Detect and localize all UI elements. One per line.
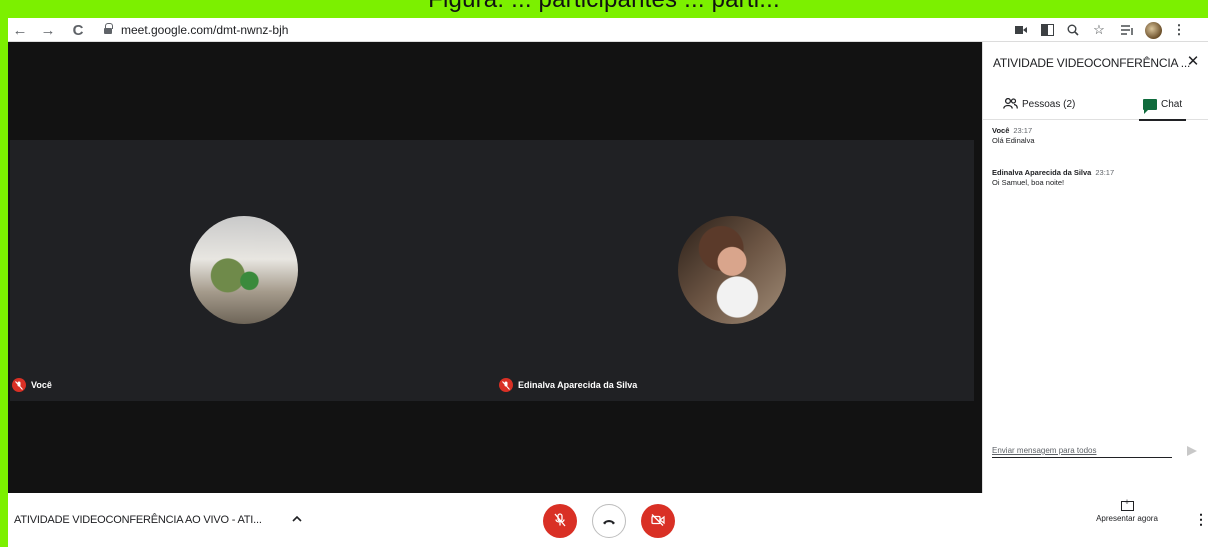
- present-screen-icon: [1120, 497, 1134, 511]
- tab-chat[interactable]: Chat: [1138, 88, 1187, 121]
- forward-arrow-icon[interactable]: →: [38, 20, 58, 40]
- reading-list-icon[interactable]: [1118, 21, 1136, 39]
- participant-avatar: [678, 216, 786, 324]
- leave-call-button[interactable]: [592, 504, 626, 538]
- participant-avatar: [190, 216, 298, 324]
- participant-name: Edinalva Aparecida da Silva: [518, 380, 638, 390]
- panel-tabs: Pessoas (2) Chat: [983, 88, 1208, 121]
- chat-message: Você 23:17 Olá Edinalva: [992, 126, 1035, 146]
- chat-message: Edinalva Aparecida da Silva 23:17 Oi Samu…: [992, 168, 1114, 188]
- panel-title: ATIVIDADE VIDEOCONFERÊNCIA ...: [993, 56, 1191, 70]
- message-sender: Edinalva Aparecida da Silva: [992, 168, 1092, 177]
- address-bar[interactable]: meet.google.com/dmt-nwnz-bjh: [104, 21, 288, 39]
- camera-icon[interactable]: [1012, 21, 1030, 39]
- mic-off-icon: [12, 378, 26, 392]
- message-time: 23:17: [1095, 168, 1115, 177]
- tab-chat-label: Chat: [1161, 98, 1183, 110]
- bookmark-star-icon[interactable]: ☆: [1090, 21, 1108, 39]
- camera-off-icon: [651, 513, 665, 529]
- tab-people[interactable]: Pessoas (2): [1003, 88, 1075, 120]
- tab-people-label: Pessoas (2): [1022, 98, 1076, 110]
- phone-hangup-icon: [602, 514, 616, 528]
- browser-window: ← → C meet.google.com/dmt-nwnz-bjh ☆ ⋮ V…: [8, 18, 1208, 547]
- message-sender: Você: [992, 126, 1010, 135]
- message-time: 23:17: [1013, 126, 1033, 135]
- mic-off-icon: [554, 512, 566, 530]
- people-icon: [1003, 97, 1018, 112]
- present-now-button[interactable]: Apresentar agora: [1092, 497, 1162, 523]
- cropped-caption: Figura: ... participantes ... parti...: [0, 0, 1208, 18]
- more-options-icon[interactable]: ⋮: [1194, 511, 1208, 528]
- close-icon[interactable]: ✕: [1184, 52, 1202, 70]
- chat-input[interactable]: Enviar mensagem para todos: [992, 444, 1172, 458]
- video-tiles: Você Edinalva Aparecida da Silva: [10, 140, 974, 401]
- browser-menu-icon[interactable]: ⋮: [1170, 21, 1188, 39]
- meeting-stage: Você Edinalva Aparecida da Silva: [8, 42, 982, 493]
- present-now-label: Apresentar agora: [1096, 514, 1158, 523]
- reload-icon[interactable]: C: [68, 20, 88, 40]
- url-text: meet.google.com/dmt-nwnz-bjh: [121, 23, 289, 37]
- message-text: Oi Samuel, boa noite!: [992, 178, 1065, 187]
- chevron-up-icon[interactable]: [292, 511, 302, 525]
- participant-tile: Edinalva Aparecida da Silva: [495, 140, 974, 401]
- send-icon[interactable]: [1187, 446, 1197, 456]
- camera-toggle-button[interactable]: [641, 504, 675, 538]
- participant-name-tag: Você: [12, 378, 52, 392]
- participant-name: Você: [31, 380, 52, 390]
- participant-tile: Você: [10, 140, 495, 401]
- message-text: Olá Edinalva: [992, 136, 1035, 145]
- meeting-details-panel: ATIVIDADE VIDEOCONFERÊNCIA ... ✕ Pessoas…: [982, 42, 1208, 493]
- microphone-toggle-button[interactable]: [543, 504, 577, 538]
- chat-icon: [1143, 98, 1157, 114]
- mic-off-icon: [499, 378, 513, 392]
- translate-icon[interactable]: [1038, 21, 1056, 39]
- browser-toolbar: ← → C meet.google.com/dmt-nwnz-bjh ☆ ⋮: [8, 18, 1208, 42]
- back-arrow-icon[interactable]: ←: [10, 20, 30, 40]
- lock-icon: [104, 22, 113, 35]
- meeting-controls-bar: ATIVIDADE VIDEOCONFERÊNCIA AO VIVO - ATI…: [8, 493, 1208, 547]
- zoom-icon[interactable]: [1064, 21, 1082, 39]
- meeting-title[interactable]: ATIVIDADE VIDEOCONFERÊNCIA AO VIVO - ATI…: [14, 514, 262, 526]
- participant-name-tag: Edinalva Aparecida da Silva: [499, 378, 637, 392]
- profile-avatar-icon[interactable]: [1144, 21, 1162, 39]
